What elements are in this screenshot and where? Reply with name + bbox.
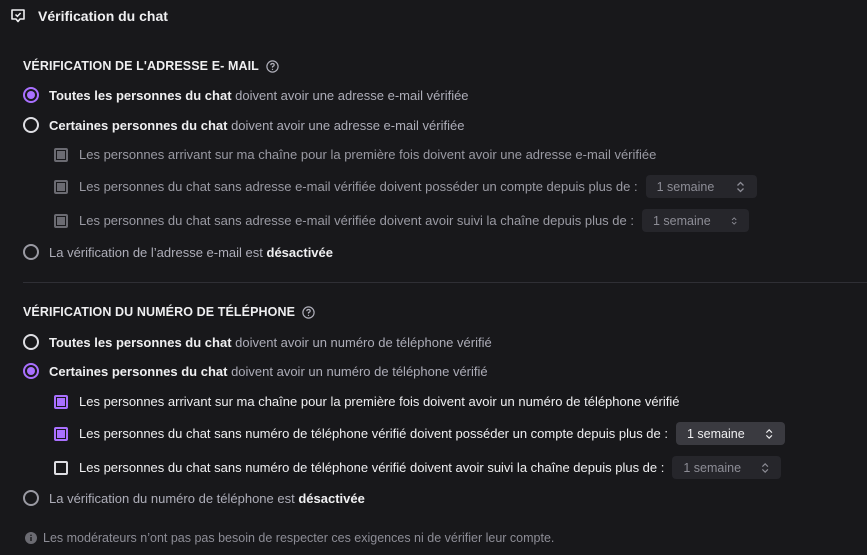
chat-shield-icon (11, 9, 25, 23)
phone-all-label: doivent avoir un numéro de téléphone vér… (231, 334, 492, 350)
select-value: 1 semaine (652, 213, 711, 228)
phone-account-age-select[interactable]: 1 semaine (676, 422, 785, 445)
phone-off-bold: désactivée (298, 490, 365, 506)
phone-check-first-label: Les personnes arrivant sur ma chaîne pou… (79, 394, 680, 409)
checkbox[interactable] (54, 179, 68, 194)
radio-button[interactable] (23, 363, 39, 379)
radio-button[interactable] (23, 334, 39, 350)
email-check-follow-age[interactable]: Les personnes du chat sans adresse e-mai… (54, 209, 749, 232)
checkbox[interactable] (54, 147, 68, 162)
email-off-label: La vérification de l’adresse e-mail est (49, 244, 267, 260)
email-off-bold: désactivée (266, 244, 334, 260)
email-radio-off[interactable]: La vérification de l’adresse e-mail est … (23, 244, 333, 260)
page-title: Vérification du chat (38, 8, 168, 24)
radio-button[interactable] (23, 87, 39, 103)
email-radio-some[interactable]: Certaines personnes du chat doivent avoi… (23, 117, 464, 133)
phone-off-label: La vérification du numéro de téléphone e… (49, 490, 299, 506)
select-value: 1 semaine (687, 426, 745, 441)
chevron-updown-icon (731, 216, 737, 225)
phone-some-label: doivent avoir un numéro de téléphone vér… (227, 363, 488, 379)
chevron-updown-icon (736, 181, 744, 192)
phone-radio-some[interactable]: Certaines personnes du chat doivent avoi… (23, 363, 488, 379)
phone-radio-all[interactable]: Toutes les personnes du chat doivent avo… (23, 334, 492, 350)
help-icon[interactable] (266, 59, 279, 73)
select-value: 1 semaine (656, 179, 715, 194)
select-value: 1 semaine (683, 460, 742, 475)
email-check-age-label: Les personnes du chat sans adresse e-mai… (79, 179, 638, 194)
email-all-bold: Toutes les personnes du chat (49, 87, 232, 103)
help-icon[interactable] (302, 305, 315, 319)
chevron-updown-icon (762, 462, 769, 473)
checkbox[interactable] (54, 460, 68, 475)
email-account-age-select[interactable]: 1 semaine (645, 175, 757, 198)
phone-check-first-time[interactable]: Les personnes arrivant sur ma chaîne pou… (54, 394, 680, 409)
email-follow-age-select[interactable]: 1 semaine (641, 209, 749, 232)
moderator-note: Les modérateurs n’ont pas pas besoin de … (25, 531, 554, 545)
email-section-title: VÉRIFICATION DE L'ADRESSE E- MAIL (23, 59, 279, 73)
phone-check-follow-label: Les personnes du chat sans numéro de tél… (79, 460, 665, 475)
email-check-first-label: Les personnes arrivant sur ma chaîne pou… (79, 147, 657, 162)
email-some-label: doivent avoir une adresse e-mail vérifié… (227, 117, 465, 133)
phone-check-age-label: Les personnes du chat sans numéro de tél… (79, 426, 668, 441)
phone-check-account-age[interactable]: Les personnes du chat sans numéro de tél… (54, 422, 785, 445)
email-check-account-age[interactable]: Les personnes du chat sans adresse e-mai… (54, 175, 757, 198)
chat-verification-panel: Vérification du chat VÉRIFICATION DE L'A… (0, 0, 867, 555)
email-some-bold: Certaines personnes du chat (49, 117, 228, 133)
phone-check-follow-age[interactable]: Les personnes du chat sans numéro de tél… (54, 456, 782, 479)
email-section-title-text: VÉRIFICATION DE L'ADRESSE E- MAIL (23, 59, 259, 73)
phone-all-bold: Toutes les personnes du chat (49, 334, 232, 350)
radio-button[interactable] (23, 244, 39, 260)
email-all-label: doivent avoir une adresse e-mail vérifié… (231, 87, 469, 103)
panel-header: Vérification du chat (0, 0, 867, 34)
email-check-follow-label: Les personnes du chat sans adresse e-mai… (79, 213, 634, 228)
section-divider (23, 282, 867, 283)
email-check-first-time[interactable]: Les personnes arrivant sur ma chaîne pou… (54, 147, 656, 162)
phone-follow-age-select[interactable]: 1 semaine (672, 456, 782, 479)
phone-section-title-text: VÉRIFICATION DU NUMÉRO DE TÉLÉPHONE (23, 305, 296, 319)
phone-radio-off[interactable]: La vérification du numéro de téléphone e… (23, 490, 365, 506)
radio-button[interactable] (23, 117, 39, 133)
chevron-updown-icon (765, 428, 773, 439)
checkbox[interactable] (54, 394, 68, 409)
checkbox[interactable] (54, 213, 68, 228)
radio-button[interactable] (23, 490, 39, 506)
phone-section-title: VÉRIFICATION DU NUMÉRO DE TÉLÉPHONE (23, 305, 315, 319)
email-radio-all[interactable]: Toutes les personnes du chat doivent avo… (23, 87, 469, 103)
checkbox[interactable] (54, 426, 68, 441)
info-icon (25, 532, 37, 544)
phone-some-bold: Certaines personnes du chat (49, 363, 228, 379)
moderator-note-text: Les modérateurs n’ont pas pas besoin de … (43, 531, 555, 545)
